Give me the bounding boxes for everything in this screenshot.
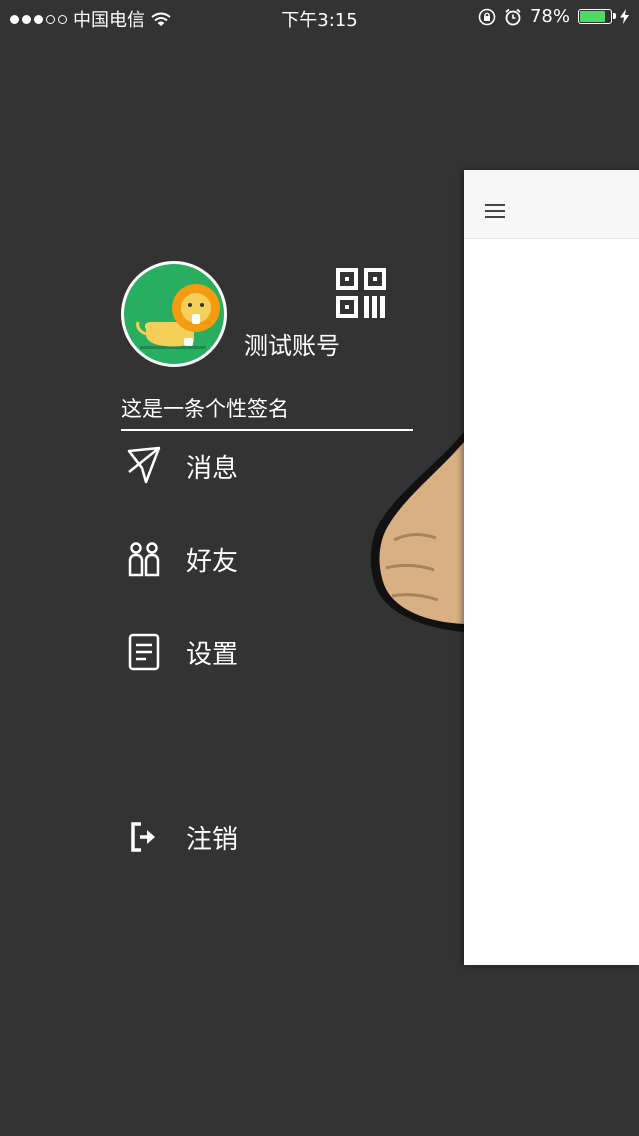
charging-icon: [620, 9, 629, 24]
hamburger-menu-icon[interactable]: [485, 204, 505, 220]
menu-item-settings[interactable]: 设置: [124, 632, 238, 672]
main-content-panel[interactable]: [464, 170, 639, 965]
avatar[interactable]: [121, 261, 227, 367]
menu-item-messages[interactable]: 消息: [124, 446, 238, 486]
menu-item-label: 注销: [186, 824, 239, 855]
signature-text[interactable]: 这是一条个性签名: [121, 393, 413, 431]
settings-icon: [124, 632, 164, 672]
battery-percent: 78%: [529, 6, 570, 27]
orientation-lock-icon: [478, 8, 496, 25]
username: 测试账号: [244, 332, 340, 360]
status-right: 78%: [478, 6, 629, 27]
friends-icon: [124, 539, 164, 579]
lion-avatar-icon: [136, 284, 220, 349]
battery-icon: [578, 9, 616, 24]
menu-item-label: 设置: [186, 639, 239, 670]
message-icon: [124, 446, 164, 486]
menu-item-label: 消息: [186, 453, 239, 484]
side-drawer: 测试账号 这是一条个性签名 消息 好友 设置 注销: [0, 0, 464, 1136]
menu-item-friends[interactable]: 好友: [124, 539, 238, 579]
alarm-icon: [505, 8, 521, 25]
qr-code-icon[interactable]: [336, 268, 386, 318]
menu-item-label: 好友: [186, 546, 239, 577]
logout-icon: [124, 817, 164, 857]
menu-item-logout[interactable]: 注销: [124, 817, 238, 857]
main-navbar: [464, 170, 639, 239]
